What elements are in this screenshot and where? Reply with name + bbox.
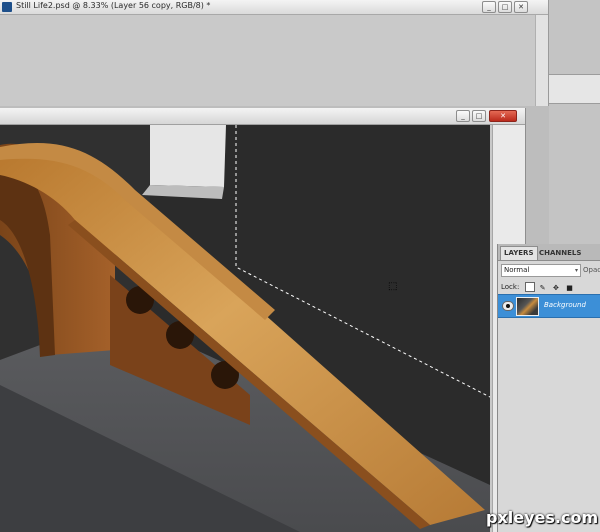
close-button[interactable]: ✕ <box>514 1 528 13</box>
layers-panel-tabs: LAYERS CHANNELS <box>498 244 600 261</box>
eye-icon[interactable] <box>502 301 514 311</box>
layers-panel[interactable]: LAYERS CHANNELS Normal ▾ Opaci Lock: ✎ ✥… <box>497 244 600 532</box>
document-canvas[interactable] <box>0 125 490 532</box>
move-cursor-icon: ⬚ <box>388 281 398 292</box>
watermark: pxleyes.com <box>486 508 599 527</box>
back-window-title: Still Life2.psd @ 8.33% (Layer 56 copy, … <box>16 1 211 10</box>
photoshop-icon <box>2 2 12 12</box>
close-button[interactable]: ✕ <box>489 110 517 122</box>
lock-row: Lock: ✎ ✥ ■ <box>501 282 574 292</box>
opacity-label: Opaci <box>583 266 600 274</box>
minimize-button[interactable]: _ <box>482 1 496 13</box>
back-document-window[interactable]: Still Life2.psd @ 8.33% (Layer 56 copy, … <box>0 0 549 106</box>
still-life-photo <box>0 125 490 532</box>
tab-channels[interactable]: CHANNELS <box>536 247 584 260</box>
layer-row-background[interactable]: Background <box>498 294 600 318</box>
lock-move-icon[interactable]: ✥ <box>553 283 561 292</box>
lock-transparent-icon[interactable] <box>524 282 535 292</box>
back-window-scrollbar[interactable] <box>535 15 548 106</box>
tab-layers[interactable]: LAYERS <box>500 246 538 260</box>
minimize-button[interactable]: _ <box>456 110 470 122</box>
front-document-window[interactable]: _ □ ✕ <box>0 108 526 532</box>
front-window-titlebar[interactable]: _ □ ✕ <box>0 108 525 125</box>
lock-brush-icon[interactable]: ✎ <box>540 283 548 292</box>
layer-name: Background <box>544 301 586 309</box>
lock-all-icon[interactable]: ■ <box>566 283 574 292</box>
blend-mode-value: Normal <box>504 266 530 274</box>
layer-thumbnail <box>516 297 539 316</box>
lock-label: Lock: <box>501 283 520 291</box>
maximize-button[interactable]: □ <box>498 1 512 13</box>
panel-strip <box>549 74 600 104</box>
back-window-titlebar[interactable]: Still Life2.psd @ 8.33% (Layer 56 copy, … <box>0 0 548 15</box>
blend-mode-select[interactable]: Normal ▾ <box>501 264 581 277</box>
maximize-button[interactable]: □ <box>472 110 486 122</box>
chevron-down-icon: ▾ <box>574 267 578 274</box>
